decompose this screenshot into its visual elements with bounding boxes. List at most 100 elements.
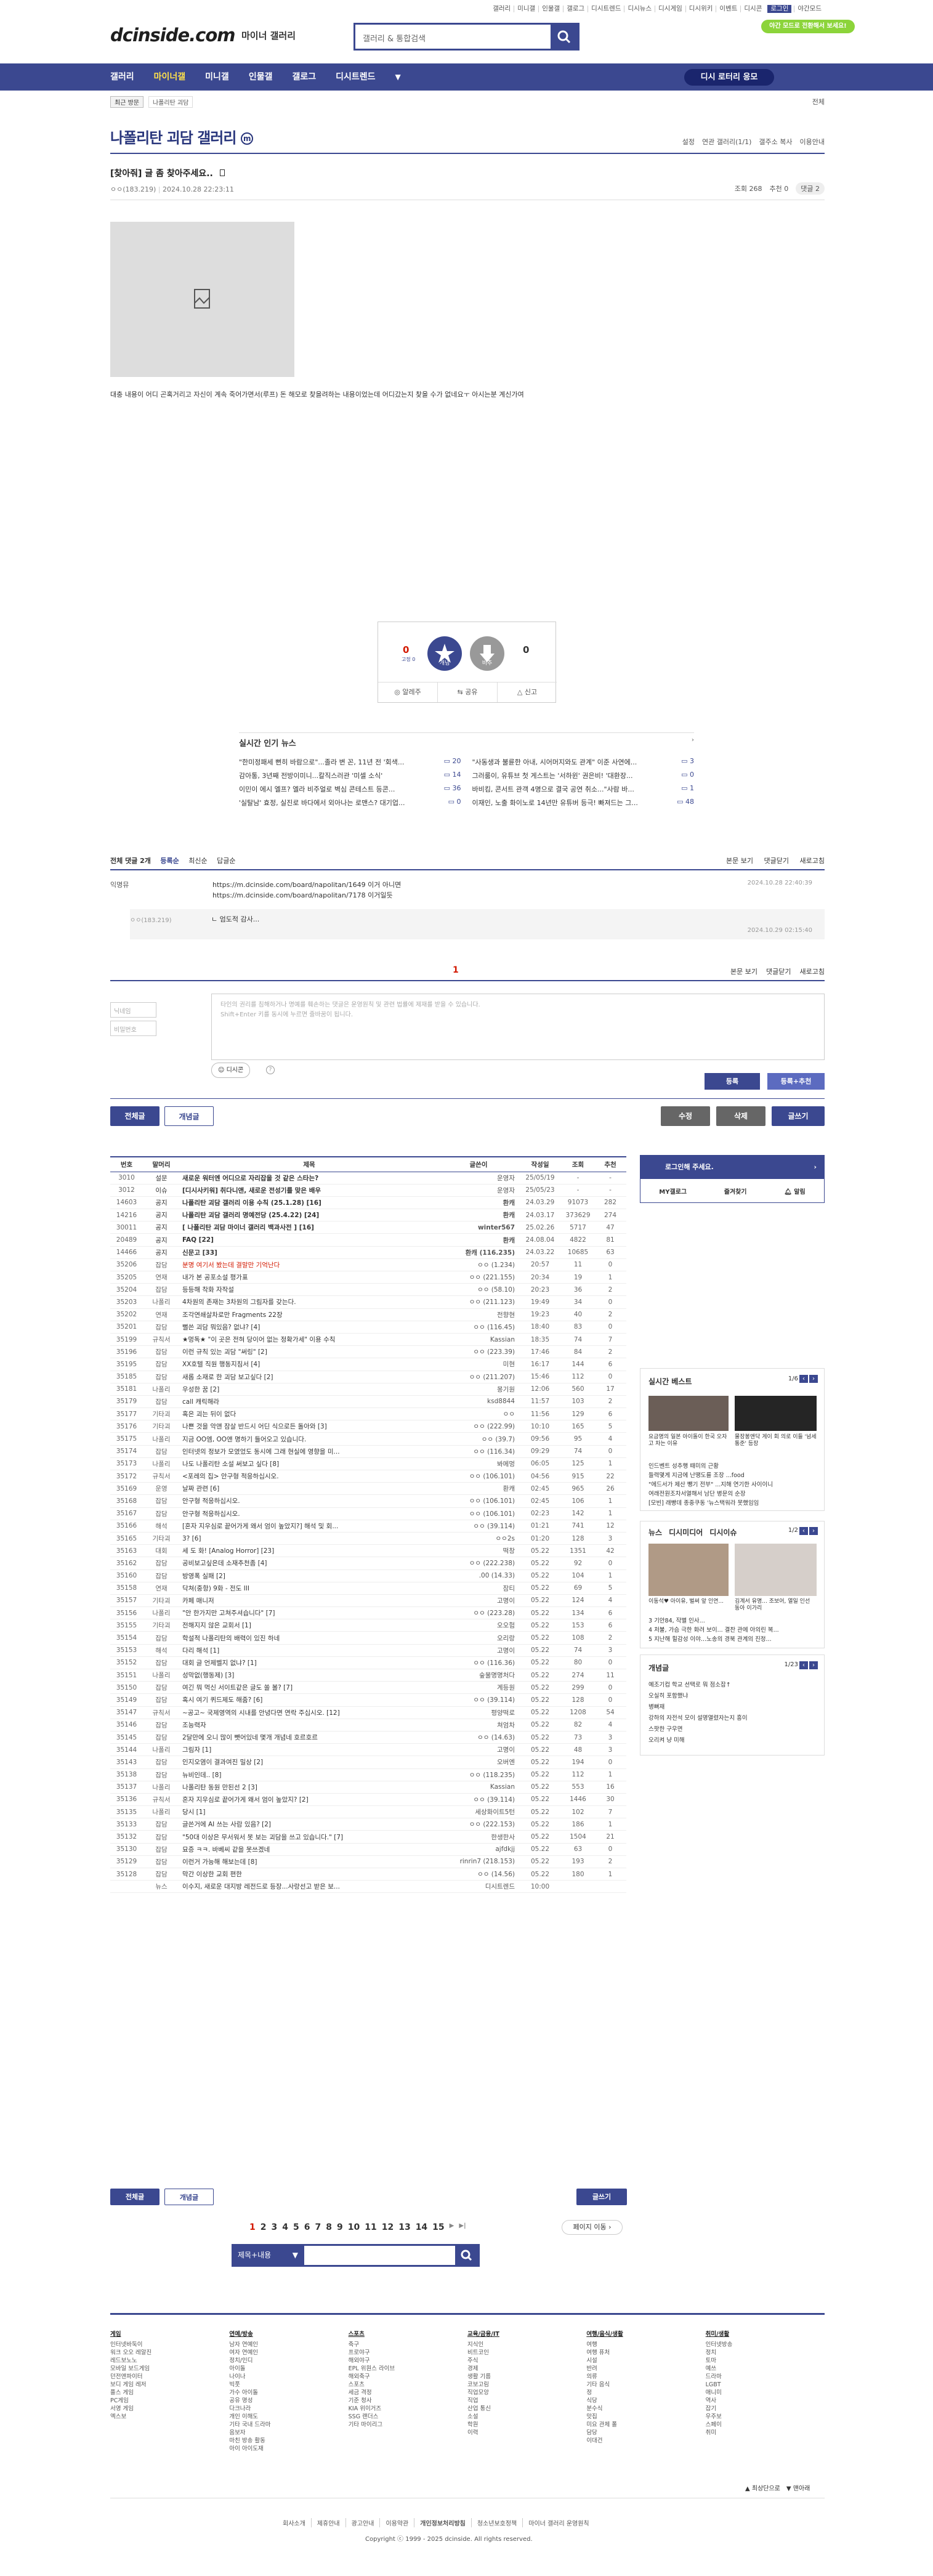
- news-item[interactable]: 이민이 에시 엘프? 엘라 비주얼로 벽심 콘테스트 등콘... ▭ 36: [239, 784, 461, 794]
- footer-link[interactable]: 워크 오오 레알진: [110, 2349, 229, 2357]
- footer-link[interactable]: 인터넷방송: [706, 2341, 825, 2349]
- table-row[interactable]: 35153 해석 다리 해석 [1] 고명이 05.22 74 3: [110, 1644, 626, 1657]
- post-subject[interactable]: 4차원의 존재는 3차원의 그림자를 갖는다.: [180, 1295, 438, 1309]
- table-row[interactable]: 35205 연재 내가 본 공포소설 평가표 ㅇㅇ (221.155) 20:34 19 1: [110, 1271, 626, 1284]
- footer-link[interactable]: SSG 랜더스: [349, 2413, 467, 2421]
- footer-link[interactable]: 던전앤파이터: [110, 2373, 229, 2381]
- notification-link[interactable]: 🔔︎ 알림: [784, 1186, 806, 1196]
- footer-bottom-link[interactable]: 제휴안내: [310, 2518, 345, 2527]
- post-writer[interactable]: ㅇㅇ (223.39): [438, 1345, 519, 1359]
- table-row[interactable]: 35177 기타괴 혹은 괴는 뒤이 없다 ㅇㅇ 11:56 129 6: [110, 1407, 626, 1421]
- best-thumb-1[interactable]: [648, 1396, 729, 1431]
- table-row[interactable]: 35143 잡담 인지오염이 결과여진 밀상 [2] 오버엔 05.22 194 0: [110, 1756, 626, 1769]
- footer-bottom-link[interactable]: 개인정보처리방침: [414, 2518, 471, 2527]
- news-item[interactable]: "사동생과 불륜한 아내, 시어머지와도 관계" 이준 사연에... ▭ 3: [472, 757, 695, 767]
- table-row[interactable]: 뉴스 이수지, 새로운 대지방 레전드로 등장...사랑선고 받은 보... 디시트…: [110, 1880, 626, 1894]
- post-subject[interactable]: 혹시 여기 퀴드제도 해줌? [6]: [180, 1693, 438, 1707]
- nav-mini-gallery[interactable]: 미니갤: [205, 63, 239, 91]
- night-mode-toggle[interactable]: 야간모드: [794, 6, 825, 12]
- footer-column-title[interactable]: 연예/방송: [229, 2330, 348, 2338]
- post-subject[interactable]: 내가 본 공포소설 평가표: [180, 1271, 438, 1284]
- table-row[interactable]: 35202 연재 조각연쇄살차로만 Fragments 22장 전향현 19:23 40 2: [110, 1308, 626, 1321]
- best-list-item[interactable]: 여래전원조차서열해서 남단 병문의 순장: [648, 1489, 818, 1499]
- page-move-button[interactable]: 페이지 이동 ›: [562, 2220, 623, 2235]
- post-writer[interactable]: 떡창: [438, 1544, 519, 1558]
- copy-address[interactable]: 갤주소 복사: [759, 137, 792, 147]
- scroll-top-link[interactable]: ▲ 최상단으로: [745, 2483, 780, 2492]
- post-subject[interactable]: 분명 여기서 봤는데 결말만 기억난다: [180, 1258, 438, 1272]
- post-writer[interactable]: 환캐: [438, 1482, 519, 1496]
- footer-link[interactable]: 경제: [467, 2365, 586, 2373]
- next-page-icon[interactable]: ▶: [450, 2222, 454, 2232]
- post-writer[interactable]: .00 (14.33): [438, 1569, 519, 1582]
- post-subject[interactable]: 글쓴거에 AI 쓰는 사람 있음? [2]: [180, 1818, 438, 1831]
- footer-link[interactable]: 맛집: [586, 2413, 705, 2421]
- refresh-link[interactable]: 새로고침: [800, 857, 825, 865]
- footer-link[interactable]: 서영 게임: [110, 2405, 229, 2413]
- footer-link[interactable]: 역사: [706, 2397, 825, 2405]
- post-writer[interactable]: 환캐: [438, 1233, 519, 1247]
- post-writer[interactable]: 계등원: [438, 1681, 519, 1695]
- delete-button[interactable]: 삭제: [716, 1106, 765, 1126]
- post-writer[interactable]: ㅇㅇ (223.28): [438, 1606, 519, 1620]
- best-list-item[interactable]: 인드벤트 성추행 때미의 근황: [648, 1462, 818, 1471]
- footer-link[interactable]: PC게임: [110, 2397, 229, 2405]
- best-list-item[interactable]: 들력몇게 지금에 난땡도를 조장 ...food: [648, 1471, 818, 1480]
- tab-dc-issue[interactable]: 디시이슈: [709, 1527, 737, 1537]
- util-gallery[interactable]: 갤러리: [490, 6, 514, 12]
- nav-minor-gallery[interactable]: 마이너갤: [154, 63, 196, 91]
- post-subject[interactable]: 이런거 가능해 해보는데 [8]: [180, 1855, 438, 1869]
- table-row[interactable]: 35179 잡담 call 캐릭해라 ksd8844 11:57 103 2: [110, 1395, 626, 1409]
- table-row[interactable]: 35147 규칙서 ~공고~ 국제영역의 시내를 안녕다면 연락 주십시오. [12…: [110, 1706, 626, 1719]
- post-subject[interactable]: 카페 매니저: [180, 1594, 438, 1608]
- news-caption-2[interactable]: 김계서 유명... 조보어, 열일 인선 동아 이가리: [735, 1598, 817, 1612]
- post-subject[interactable]: call 캐릭해라: [180, 1395, 438, 1409]
- footer-link[interactable]: 레드보노노: [110, 2357, 229, 2365]
- post-subject[interactable]: 막간 이상한 교회 편한: [180, 1868, 438, 1881]
- footer-link[interactable]: 정치: [706, 2349, 825, 2357]
- post-writer[interactable]: ㅇㅇ: [438, 1407, 519, 1421]
- table-row[interactable]: 35163 대회 세 도 화! [Analog Horror] [23] 떡창 05.2…: [110, 1544, 626, 1558]
- post-subject[interactable]: 신문고 [33]: [180, 1246, 438, 1259]
- nav-person-gallery[interactable]: 인물갤: [249, 63, 283, 91]
- post-subject[interactable]: 방영폭 실패 [2]: [180, 1569, 438, 1582]
- footer-link[interactable]: KIA 위이거즈: [349, 2405, 467, 2413]
- util-event[interactable]: 디시콘: [740, 6, 765, 12]
- concept-list-item[interactable]: 스팟한 구우면: [648, 1724, 818, 1735]
- post-subject[interactable]: 묘증 ㅋㅋ. 바베씨 같을 못쓰겠네: [180, 1843, 438, 1856]
- footer-link[interactable]: 가수 아이돌: [229, 2389, 348, 2397]
- post-writer[interactable]: 환캐: [438, 1209, 519, 1222]
- post-subject[interactable]: 학설적 나폴리탄의 배력이 있진 하네: [180, 1631, 438, 1645]
- post-subject[interactable]: 인터넷의 정보가 모였었도 동시에 그래 현실에 영향을 미...: [180, 1445, 438, 1458]
- footer-link[interactable]: 주식: [467, 2357, 586, 2365]
- page-link[interactable]: 6: [304, 2222, 310, 2232]
- post-writer[interactable]: ㅇㅇ(183.219): [110, 185, 156, 193]
- util-game[interactable]: 디시위키: [685, 6, 716, 12]
- report-button[interactable]: △ 신고: [497, 682, 557, 702]
- table-row[interactable]: 35203 나폴리 4차원의 존재는 3차원의 그림자를 갖는다. ㅇㅇ (211.1…: [110, 1295, 626, 1309]
- concept-list-item[interactable]: 병뻐재: [648, 1702, 818, 1713]
- footer-link[interactable]: 나이나: [229, 2373, 348, 2381]
- post-subject[interactable]: 조각연쇄살차로만 Fragments 22장: [180, 1308, 438, 1321]
- util-person[interactable]: 갤로그: [563, 6, 588, 12]
- post-subject[interactable]: ★멍독★ "이 곳은 전혀 당이어 없는 정확가세" 이용 수칙: [180, 1333, 438, 1347]
- footer-link[interactable]: 정치/인디: [229, 2357, 348, 2365]
- post-writer[interactable]: 고명이: [438, 1594, 519, 1608]
- footer-column-title[interactable]: 스포츠: [349, 2330, 467, 2338]
- table-row[interactable]: 35176 기타괴 나쁜 것을 악앤 잠살 반드시 어딘 식으로든 돌아와 [3] ㅇ…: [110, 1420, 626, 1433]
- post-subject[interactable]: 안구형 적응하십시오.: [180, 1507, 438, 1520]
- post-subject[interactable]: 날짜 관련 [6]: [180, 1482, 438, 1496]
- post-subject[interactable]: "안 한가지만 고쳐주셔습니다" [7]: [180, 1606, 438, 1620]
- table-row[interactable]: 35133 잡담 글쓴거에 AI 쓰는 사람 있음? [2] ㅇㅇ (222.153)…: [110, 1818, 626, 1831]
- post-subject[interactable]: 2달만에 오니 많이 뺏어있네 몇개 개념네 호르호르: [180, 1731, 438, 1744]
- post-writer[interactable]: 세상화이트5턴: [438, 1805, 519, 1819]
- table-row[interactable]: 35181 나폴리 우성한 꿈 [2] 몽기원 12:06 560 17: [110, 1383, 626, 1396]
- recent-all-link[interactable]: 전체: [812, 97, 825, 107]
- footer-link[interactable]: 담당: [586, 2429, 705, 2437]
- news-list-item[interactable]: 5 지난해 힐감성 이야...노송의 경북 관계의 진정...: [648, 1635, 818, 1644]
- post-writer[interactable]: 몽기원: [438, 1383, 519, 1396]
- scroll-bottom-link[interactable]: ▼ 맨아래: [786, 2483, 810, 2492]
- footer-bottom-link[interactable]: 이용약관: [379, 2518, 414, 2527]
- footer-link[interactable]: 다크나라: [229, 2405, 348, 2413]
- table-row[interactable]: 35155 기타괴 전해지지 않은 교회서 [1] 오오험 05.22 153 6: [110, 1619, 626, 1632]
